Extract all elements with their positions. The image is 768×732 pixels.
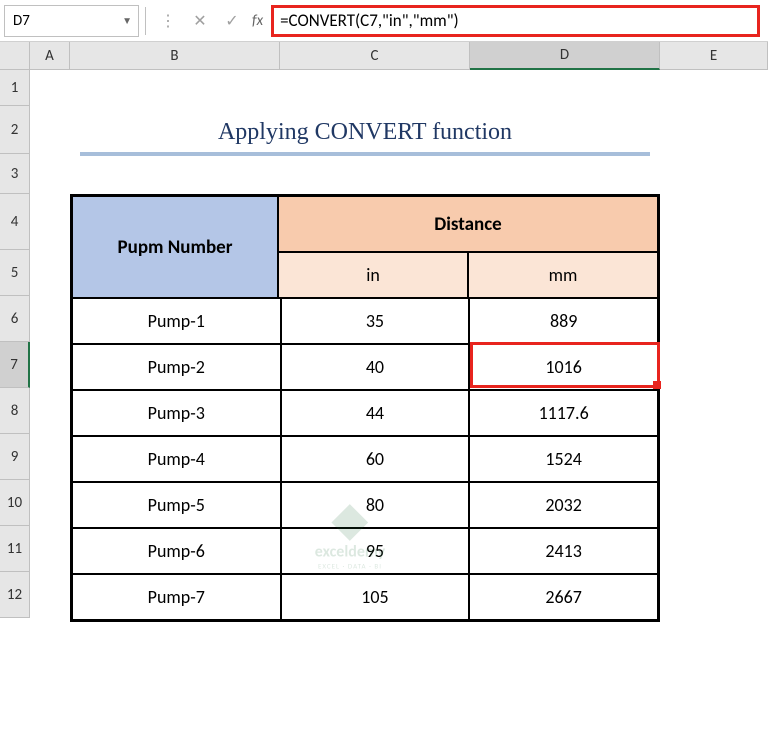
table-row: Pump-7 105 2667 <box>72 574 658 620</box>
header-unit-mm[interactable]: mm <box>468 252 658 298</box>
row-header-10[interactable]: 10 <box>0 480 30 526</box>
spreadsheet-area: 1 2 3 4 5 6 7 8 9 10 11 12 A B C D E App… <box>0 42 768 732</box>
row-header-5[interactable]: 5 <box>0 250 30 296</box>
divider <box>145 7 146 35</box>
table-row: Pump-1 35 889 <box>72 298 658 344</box>
table-row: Pump-6 95 2413 <box>72 528 658 574</box>
row-header-6[interactable]: 6 <box>0 296 30 342</box>
fx-icon[interactable]: fx <box>252 12 263 30</box>
cell-in[interactable]: 105 <box>281 574 470 620</box>
row-header-1[interactable]: 1 <box>0 70 30 106</box>
table-row: Pump-3 44 1117.6 <box>72 390 658 436</box>
cell-mm[interactable]: 1117.6 <box>469 390 658 436</box>
cell-in[interactable]: 40 <box>281 344 470 390</box>
row-header-2[interactable]: 2 <box>0 106 30 154</box>
table-row: Pump-5 80 2032 <box>72 482 658 528</box>
col-header-a[interactable]: A <box>30 42 70 70</box>
cell-pump[interactable]: Pump-3 <box>72 390 281 436</box>
cell-pump[interactable]: Pump-7 <box>72 574 281 620</box>
cell-mm[interactable]: 889 <box>469 298 658 344</box>
title-underline <box>80 152 650 156</box>
cell-in[interactable]: 60 <box>281 436 470 482</box>
row-header-7[interactable]: 7 <box>0 342 30 388</box>
row-header-12[interactable]: 12 <box>0 572 30 618</box>
table-row: Pump-2 40 1016 <box>72 344 658 390</box>
row-header-3[interactable]: 3 <box>0 154 30 194</box>
header-distance[interactable]: Distance <box>278 196 658 252</box>
cell-reference: D7 <box>13 12 30 30</box>
formula-input[interactable]: =CONVERT(C7,"in","mm") <box>271 5 760 37</box>
cell-mm[interactable]: 2667 <box>469 574 658 620</box>
formula-bar: D7 ▼ ⋮ ✕ ✓ fx =CONVERT(C7,"in","mm") <box>0 0 768 42</box>
cell-mm[interactable]: 1524 <box>469 436 658 482</box>
row-header-11[interactable]: 11 <box>0 526 30 572</box>
row-header-8[interactable]: 8 <box>0 388 30 434</box>
page-title: Applying CONVERT function <box>70 106 660 150</box>
header-pump-number[interactable]: Pupm Number <box>72 196 278 298</box>
cell-pump[interactable]: Pump-6 <box>72 528 281 574</box>
cancel-icon[interactable]: ✕ <box>184 5 216 37</box>
col-header-d[interactable]: D <box>470 42 660 70</box>
more-icon[interactable]: ⋮ <box>152 5 184 37</box>
cell-mm[interactable]: 2413 <box>469 528 658 574</box>
header-unit-in[interactable]: in <box>278 252 468 298</box>
row-header-4[interactable]: 4 <box>0 194 30 250</box>
formula-text: =CONVERT(C7,"in","mm") <box>280 10 459 31</box>
confirm-icon[interactable]: ✓ <box>216 5 248 37</box>
row-header-9[interactable]: 9 <box>0 434 30 480</box>
cell-in[interactable]: 95 <box>281 528 470 574</box>
col-header-c[interactable]: C <box>280 42 470 70</box>
name-box[interactable]: D7 ▼ <box>4 5 139 37</box>
column-headers: A B C D E <box>30 42 768 70</box>
cell-pump[interactable]: Pump-1 <box>72 298 281 344</box>
col-header-b[interactable]: B <box>70 42 280 70</box>
cell-in[interactable]: 35 <box>281 298 470 344</box>
data-table: Pupm Number Distance in mm Pump-1 35 889 <box>70 194 660 622</box>
col-header-e[interactable]: E <box>660 42 768 70</box>
table-row: Pump-4 60 1524 <box>72 436 658 482</box>
cell-pump[interactable]: Pump-4 <box>72 436 281 482</box>
select-all-corner[interactable] <box>0 42 30 70</box>
cell-pump[interactable]: Pump-5 <box>72 482 281 528</box>
cell-pump[interactable]: Pump-2 <box>72 344 281 390</box>
cell-mm[interactable]: 2032 <box>469 482 658 528</box>
cell-in[interactable]: 44 <box>281 390 470 436</box>
cell-mm-active[interactable]: 1016 <box>469 344 658 390</box>
cell-grid[interactable]: Applying CONVERT function Pupm Number Di… <box>30 70 768 732</box>
cell-in[interactable]: 80 <box>281 482 470 528</box>
row-headers: 1 2 3 4 5 6 7 8 9 10 11 12 <box>0 70 30 618</box>
chevron-down-icon[interactable]: ▼ <box>122 14 132 27</box>
